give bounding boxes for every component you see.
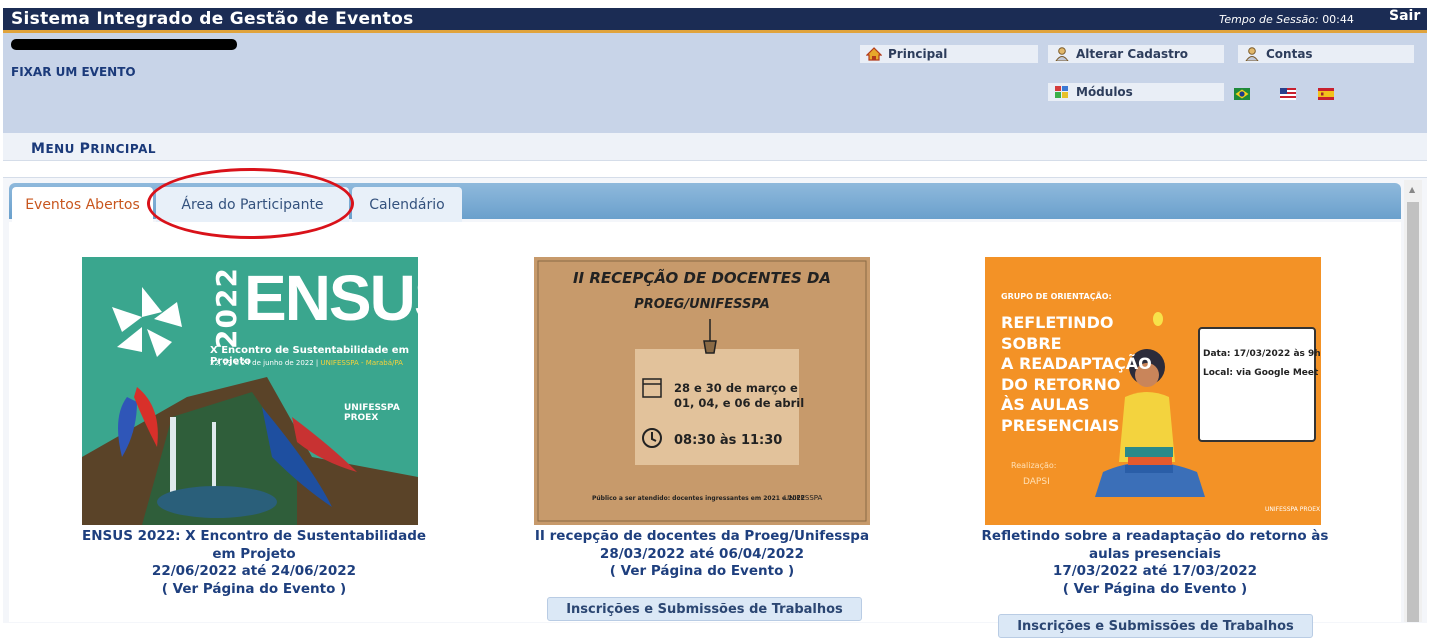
refletindo-info-box [1198, 327, 1316, 442]
logout-link[interactable]: Sair [1389, 8, 1420, 24]
modulos-label: Módulos [1076, 85, 1133, 99]
user-icon [1244, 47, 1260, 62]
event-info-docentes: II recepção de docentes da Proeg/Unifess… [522, 528, 882, 581]
brazil-flag-icon[interactable] [1234, 85, 1250, 100]
principal-label: Principal [888, 47, 948, 61]
docentes-logo: UNIFESSPA [784, 494, 823, 502]
event-image-ensus[interactable]: 2022 ENSUS X Encontro de Sustentabilidad… [82, 257, 418, 525]
event-info-ensus: ENSUS 2022: X Encontro de Sustentabilida… [74, 528, 434, 598]
tab-area-do-participante[interactable]: Área do Participante [156, 187, 349, 222]
refletindo-group: GRUPO DE ORIENTAÇÃO: [1001, 292, 1112, 301]
event-page-link[interactable]: ( Ver Página do Evento ) [522, 563, 882, 581]
event-title-link[interactable]: II recepção de docentes da Proeg/Unifess… [522, 528, 882, 546]
event-page-link[interactable]: ( Ver Página do Evento ) [975, 581, 1335, 599]
event-page-link[interactable]: ( Ver Página do Evento ) [74, 581, 434, 599]
docentes-line1: II RECEPÇÃO DE DOCENTES DA [572, 269, 832, 287]
redacted-username [11, 39, 237, 50]
docentes-footer: Público a ser atendido: docentes ingress… [592, 495, 805, 502]
scrollbar[interactable]: ▲ [1404, 180, 1422, 622]
event-image-docentes[interactable]: II RECEPÇÃO DE DOCENTES DA PROEG/UNIFESS… [534, 257, 870, 525]
refletindo-place: Local: via Google Meet [1203, 368, 1319, 378]
top-bar: Sistema Integrado de Gestão de Eventos T… [3, 8, 1427, 30]
ensus-year: 2022 [210, 267, 243, 349]
tab-calendario[interactable]: Calendário [352, 187, 462, 222]
event-title-link[interactable]: Refletindo sobre a readaptação do retorn… [975, 528, 1335, 563]
ensus-logo: UNIFESSPA PROEX [344, 403, 400, 423]
inscricoes-button[interactable]: Inscrições e Submissões de Trabalhos [547, 597, 862, 621]
event-image-refletindo[interactable]: GRUPO DE ORIENTAÇÃO: REFLETINDO SOBRE A … [985, 257, 1321, 525]
event-title-link[interactable]: ENSUS 2022: X Encontro de Sustentabilida… [74, 528, 434, 563]
alterar-cadastro-label: Alterar Cadastro [1076, 47, 1189, 61]
modules-icon [1054, 85, 1070, 99]
event-info-refletindo: Refletindo sobre a readaptação do retorn… [975, 528, 1335, 598]
refletindo-realizacao: Realização: [1011, 461, 1057, 470]
alterar-cadastro-button[interactable]: Alterar Cadastro [1048, 45, 1224, 63]
modulos-button[interactable]: Módulos [1048, 83, 1224, 101]
docentes-time: 08:30 às 11:30 [674, 433, 783, 448]
menu-bar: MENU PRINCIPAL [3, 133, 1427, 161]
refletindo-heading: REFLETINDO SOBRE A READAPTAÇÃO DO RETORN… [1001, 313, 1152, 435]
menu-principal-title: MENU PRINCIPAL [31, 141, 157, 157]
contas-label: Contas [1266, 47, 1313, 61]
event-dates: 22/06/2022 até 24/06/2022 [151, 563, 357, 579]
event-dates: 17/03/2022 até 17/03/2022 [1052, 563, 1258, 579]
refletindo-org: DAPSI [1023, 477, 1050, 487]
home-icon [865, 47, 883, 61]
user-icon [1054, 47, 1070, 62]
tab-eventos-abertos[interactable]: Eventos Abertos [12, 187, 153, 222]
scroll-up-icon[interactable]: ▲ [1409, 185, 1415, 194]
fix-event-link[interactable]: FIXAR UM EVENTO [11, 65, 136, 79]
session-time: 00:44 [1322, 13, 1354, 26]
principal-button[interactable]: Principal [860, 45, 1038, 63]
session-timer: Tempo de Sessão: 00:44 [1219, 13, 1354, 26]
event-dates: 28/03/2022 até 06/04/2022 [599, 545, 805, 562]
spain-flag-icon[interactable] [1318, 85, 1334, 100]
refletindo-logo: UNIFESSPA PROEX [1265, 506, 1321, 513]
docentes-line2: PROEG/UNIFESSPA [634, 297, 770, 312]
contas-button[interactable]: Contas [1238, 45, 1414, 63]
refletindo-date: Data: 17/03/2022 às 9h [1203, 349, 1321, 359]
usa-flag-icon[interactable] [1280, 85, 1296, 100]
docentes-dates: 28 e 30 de março e 01, 04, e 06 de abril [674, 381, 805, 410]
scrollbar-thumb[interactable] [1407, 202, 1419, 622]
system-title: Sistema Integrado de Gestão de Eventos [11, 9, 414, 29]
inscricoes-button[interactable]: Inscrições e Submissões de Trabalhos [998, 614, 1313, 638]
ensus-date-line: 22, 23 e 24 de junho de 2022 | UNIFESSPA… [210, 359, 403, 367]
ensus-name: ENSUS [244, 262, 418, 334]
